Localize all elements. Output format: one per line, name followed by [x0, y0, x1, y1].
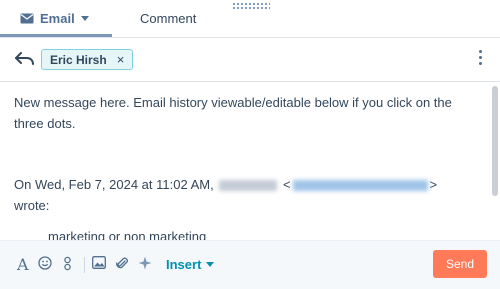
quoted-text: marketing or non marketing	[48, 229, 207, 240]
chevron-down-icon	[206, 262, 215, 267]
recipient-chip[interactable]: Eric Hirsh ×	[41, 49, 134, 70]
recipient-row: Eric Hirsh ×	[0, 38, 500, 82]
insert-label: Insert	[166, 257, 202, 272]
message-text: New message here. Email history viewable…	[14, 95, 452, 131]
quote-prefix: On Wed, Feb 7, 2024 at 11:02 AM,	[14, 177, 214, 192]
scroll-thumb[interactable]	[492, 86, 498, 196]
drag-handle[interactable]	[232, 2, 270, 10]
quote-lt: <	[282, 177, 291, 192]
toolbar-divider	[84, 257, 85, 273]
composer-tabs: Email Comment	[0, 0, 500, 38]
more-options-icon[interactable]	[478, 50, 484, 68]
recipient-name: Eric Hirsh	[50, 52, 107, 67]
composer-toolbar: A Insert Send	[0, 240, 500, 289]
tab-email[interactable]: Email	[20, 8, 89, 28]
tab-email-label: Email	[40, 10, 75, 26]
quote-header: On Wed, Feb 7, 2024 at 11:02 AM, < > wrot…	[14, 174, 484, 216]
redacted-sender-name	[219, 180, 278, 192]
message-body[interactable]: New message here. Email history viewable…	[0, 82, 490, 240]
tab-comment[interactable]: Comment	[140, 8, 196, 28]
chevron-down-icon	[80, 15, 89, 21]
scrollbar[interactable]	[490, 82, 500, 240]
envelope-icon	[20, 13, 34, 23]
text-format-icon[interactable]: A	[17, 255, 29, 274]
attachment-icon[interactable]	[116, 256, 128, 271]
quote-gt: >	[429, 177, 438, 192]
emoji-icon[interactable]	[38, 256, 52, 270]
personalization-token-icon[interactable]	[63, 256, 72, 271]
image-icon[interactable]	[92, 256, 106, 269]
reply-icon[interactable]	[13, 49, 35, 69]
ai-sparkle-icon[interactable]	[138, 256, 152, 270]
send-button[interactable]: Send	[433, 250, 487, 278]
insert-dropdown[interactable]: Insert	[166, 257, 215, 272]
close-icon[interactable]: ×	[117, 52, 125, 67]
tab-comment-label: Comment	[140, 10, 197, 26]
quote-suffix: wrote:	[14, 198, 50, 213]
redacted-sender-email	[292, 180, 428, 192]
